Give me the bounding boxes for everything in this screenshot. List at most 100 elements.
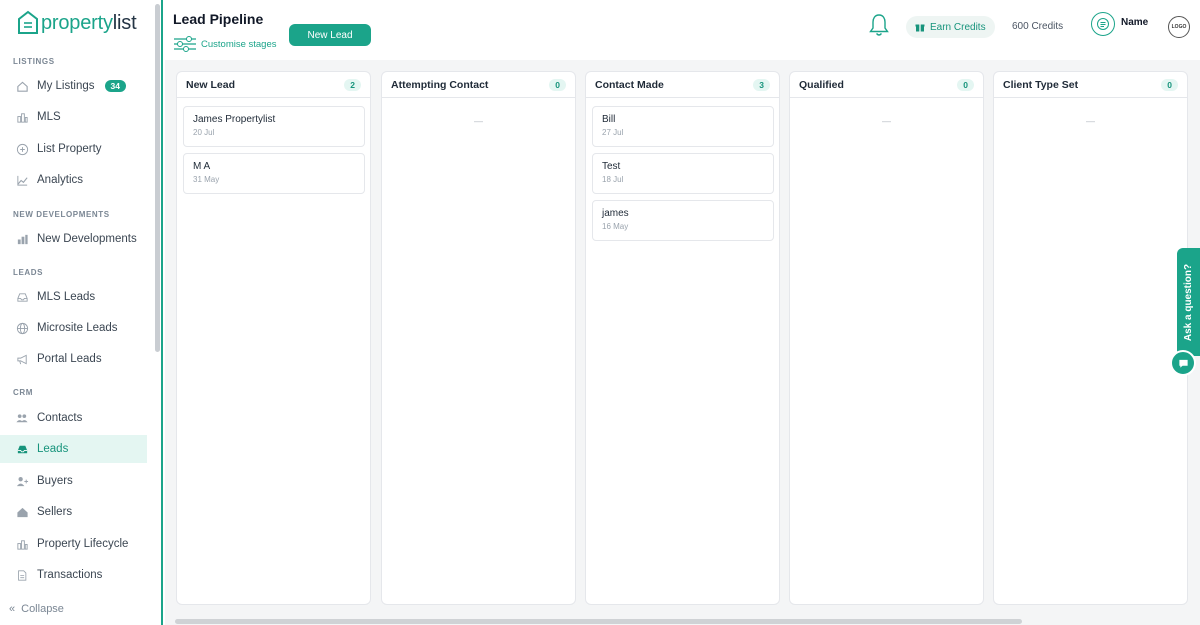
lead-card[interactable]: M A 31 May	[183, 153, 365, 194]
lead-card[interactable]: Test 18 Jul	[592, 153, 774, 194]
stage-count-badge: 3	[753, 78, 770, 91]
inbox-icon	[15, 442, 29, 456]
lead-date: 18 Jul	[602, 175, 624, 184]
stage-count-badge: 0	[549, 78, 566, 91]
sidebar-item-label: Transactions	[37, 569, 103, 581]
sidebar-item-microsite-leads[interactable]: Microsite Leads	[0, 314, 147, 342]
stage-header: Client Type Set 0	[994, 72, 1187, 98]
customise-label: Customise stages	[201, 38, 277, 50]
logo-text: propertylist	[41, 11, 137, 34]
sidebar-item-property-lifecycle[interactable]: Property Lifecycle	[0, 530, 147, 558]
listings-count-badge: 34	[104, 80, 126, 92]
section-leads: LEADS	[13, 268, 44, 277]
house-icon	[15, 79, 29, 93]
document-icon	[15, 568, 29, 582]
section-new-developments: NEW DEVELOPMENTS	[13, 210, 110, 219]
earn-credits-button[interactable]: Earn Credits	[906, 16, 995, 38]
page-title: Lead Pipeline	[173, 11, 264, 27]
sidebar-item-label: Contacts	[37, 412, 83, 424]
lead-card[interactable]: Bill 27 Jul	[592, 106, 774, 147]
plus-circle-icon	[15, 142, 29, 156]
stage-column-attempting-contact: Attempting Contact 0 —	[381, 71, 576, 605]
sidebar-item-contacts[interactable]: Contacts	[0, 404, 147, 432]
sidebar-item-sellers[interactable]: Sellers	[0, 498, 147, 526]
lead-name: James Propertylist	[193, 114, 276, 125]
collapse-button[interactable]: « Collapse	[9, 603, 64, 615]
stage-header: Contact Made 3	[586, 72, 779, 98]
new-lead-button[interactable]: New Lead	[289, 24, 371, 46]
sidebar-item-label: Analytics	[37, 174, 84, 186]
stage-title: New Lead	[186, 78, 236, 91]
lead-date: 31 May	[193, 175, 220, 184]
lead-date: 27 Jul	[602, 128, 624, 137]
sidebar-item-analytics[interactable]: Analytics	[0, 166, 147, 194]
sidebar-item-list-property[interactable]: List Property	[0, 135, 147, 163]
ask-question-tab[interactable]: Ask a question?	[1177, 248, 1200, 356]
ask-question-label: Ask a question?	[1183, 263, 1194, 341]
gift-icon	[915, 24, 925, 32]
bell-icon[interactable]	[868, 12, 890, 38]
sidebar-item-label: New Developments	[37, 233, 137, 245]
pipeline-board: New Lead 2 James Propertylist 20 Jul M A…	[165, 60, 1200, 625]
sidebar-item-label: Buyers	[37, 475, 73, 487]
earn-credits-label: Earn Credits	[930, 21, 986, 33]
sidebar-item-leads[interactable]: Leads	[0, 435, 147, 463]
stage-column-qualified: Qualified 0 —	[789, 71, 984, 605]
sidebar-item-new-developments[interactable]: New Developments	[0, 225, 147, 253]
stage-column-contact-made: Contact Made 3 Bill 27 Jul Test 18 Jul j…	[585, 71, 780, 605]
user-plus-icon	[15, 474, 29, 488]
megaphone-icon	[15, 352, 29, 366]
sidebar-item-label: My Listings	[37, 80, 95, 92]
stage-count-badge: 0	[1161, 78, 1178, 91]
lead-name: Test	[602, 161, 621, 172]
lead-name: Bill	[602, 114, 616, 125]
logo-icon	[18, 10, 38, 34]
sidebar-item-transactions[interactable]: Transactions	[0, 561, 147, 589]
stage-title: Qualified	[799, 78, 844, 91]
sliders-icon	[174, 36, 196, 52]
lead-date: 16 May	[602, 222, 629, 231]
buildings-icon	[15, 110, 29, 124]
sidebar-item-label: Portal Leads	[37, 353, 102, 365]
stage-count-badge: 2	[344, 78, 361, 91]
user-name[interactable]: Name	[1121, 17, 1148, 28]
sidebar: propertylist LISTINGS My Listings 34 MLS…	[0, 0, 163, 625]
propertylist-logo[interactable]: propertylist	[16, 9, 137, 37]
credits-balance: 600 Credits	[1012, 21, 1064, 32]
sidebar-item-my-listings[interactable]: My Listings 34	[0, 72, 147, 100]
chat-bubble-icon	[1178, 359, 1188, 368]
lead-card[interactable]: james 16 May	[592, 200, 774, 241]
sidebar-item-label: MLS	[37, 111, 61, 123]
chat-button[interactable]	[1170, 350, 1196, 376]
lead-card[interactable]: James Propertylist 20 Jul	[183, 106, 365, 147]
sidebar-item-buyers[interactable]: Buyers	[0, 467, 147, 495]
sidebar-scrollbar[interactable]	[155, 4, 160, 352]
people-icon	[15, 411, 29, 425]
stage-header: Qualified 0	[790, 72, 983, 98]
stage-column-client-type-set: Client Type Set 0 —	[993, 71, 1188, 605]
sidebar-item-label: Microsite Leads	[37, 322, 118, 334]
avatar[interactable]	[1091, 12, 1115, 36]
sidebar-item-label: Property Lifecycle	[37, 538, 129, 550]
sidebar-item-label: MLS Leads	[37, 291, 96, 303]
double-chevron-left-icon: «	[9, 603, 16, 615]
empty-placeholder: —	[1086, 116, 1095, 126]
inbox-icon	[15, 290, 29, 304]
house-dollar-icon	[15, 505, 29, 519]
empty-placeholder: —	[882, 116, 891, 126]
brand-logo[interactable]: LOGO	[1168, 16, 1190, 38]
sidebar-item-mls[interactable]: MLS	[0, 103, 147, 131]
sidebar-item-label: Leads	[37, 443, 69, 455]
sidebar-item-portal-leads[interactable]: Portal Leads	[0, 345, 147, 373]
lead-name: M A	[193, 161, 211, 172]
stage-title: Attempting Contact	[391, 78, 489, 91]
board-horizontal-scrollbar[interactable]	[175, 619, 1022, 624]
stage-header: New Lead 2	[177, 72, 370, 98]
stage-title: Client Type Set	[1003, 78, 1079, 91]
user-list-icon	[1097, 18, 1109, 30]
collapse-label: Collapse	[21, 603, 64, 615]
customise-stages-link[interactable]: Customise stages	[173, 34, 277, 54]
stage-header: Attempting Contact 0	[382, 72, 575, 98]
stage-title: Contact Made	[595, 78, 664, 91]
sidebar-item-mls-leads[interactable]: MLS Leads	[0, 283, 147, 311]
